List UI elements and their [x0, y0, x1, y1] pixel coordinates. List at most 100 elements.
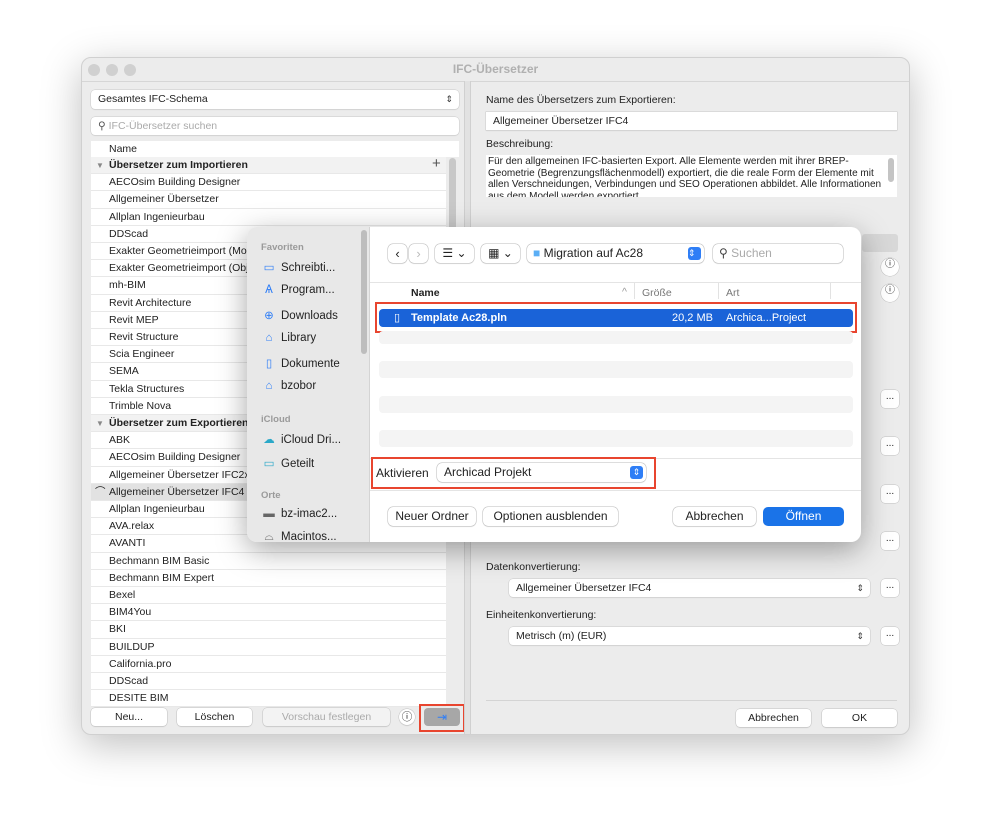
list-item-label: mh-BIM	[109, 279, 146, 292]
list-item-label: Allgemeiner Übersetzer IFC2x3	[109, 468, 256, 481]
dialog-cancel-button[interactable]: Abbrechen	[673, 507, 756, 526]
list-item[interactable]: DESITE BIM	[91, 690, 446, 708]
column-header-name[interactable]: Name	[91, 141, 459, 157]
options-button[interactable]: ...	[881, 485, 899, 503]
cancel-button[interactable]: Abbrechen	[736, 709, 811, 727]
home-icon: ⌂	[265, 380, 273, 392]
disclosure-triangle-icon[interactable]: ▼	[96, 415, 104, 431]
info-icon[interactable]: ⓘ	[399, 709, 415, 725]
list-item[interactable]: Bechmann BIM Basic	[91, 552, 446, 570]
group-header[interactable]: ▼ Übersetzer zum Importieren	[91, 157, 446, 175]
column-size[interactable]: Größe	[642, 287, 672, 299]
schema-select[interactable]: Gesamtes IFC-Schema ⇕	[91, 90, 459, 109]
name-label: Name des Übersetzers zum Exportieren:	[486, 94, 676, 106]
data-conversion-options-button[interactable]: ...	[881, 579, 899, 597]
group-view-button[interactable]: ▦ ⌄	[481, 244, 520, 263]
list-item[interactable]: BUILDUP	[91, 638, 446, 656]
list-item-label: BKI	[109, 623, 126, 636]
options-button[interactable]: ...	[881, 532, 899, 550]
list-item-label: Exakter Geometrieimport (Morph)	[109, 245, 266, 257]
description-textarea[interactable]: Für den allgemeinen IFC-basierten Export…	[486, 155, 897, 197]
list-item-label: Exakter Geometrieimport (Objekt)	[109, 262, 266, 275]
desktop-icon: ▭	[263, 262, 275, 274]
back-button[interactable]: ‹	[388, 244, 407, 263]
preview-button[interactable]: Vorschau festlegen	[263, 708, 390, 726]
updown-chevron-icon: ⇕	[445, 94, 453, 104]
list-item[interactable]: Allgemeiner Übersetzer	[91, 191, 446, 209]
list-item-label: Tekla Structures	[109, 382, 185, 395]
list-item-label: Allgemeiner Übersetzer IFC4	[109, 485, 245, 498]
list-item-label: California.pro	[109, 657, 172, 670]
list-item[interactable]: Allplan Ingenieurbau	[91, 208, 446, 226]
updown-chevron-icon: ⇕	[856, 631, 864, 641]
new-folder-button[interactable]: Neuer Ordner	[388, 507, 476, 526]
sidebar-item-icloud-drive[interactable]: ☁ iCloud Dri...	[261, 432, 341, 446]
window-title: IFC-Übersetzer	[452, 62, 539, 76]
dialog-sidebar: Favoriten ▭ Schreibti... Ѧ Program... ⊕ Dow…	[247, 227, 370, 542]
list-item-label: Revit Architecture	[109, 296, 192, 309]
sidebar-item-library[interactable]: ⌂ Library	[261, 332, 317, 344]
ok-button[interactable]: OK	[822, 709, 897, 727]
applications-icon: Ѧ	[265, 284, 273, 296]
hide-options-button[interactable]: Optionen ausblenden	[483, 507, 618, 526]
sidebar-item-computer[interactable]: ▬ bz-imac2...	[261, 508, 337, 520]
file-type-select[interactable]: Archicad Projekt ⇕	[437, 463, 646, 482]
search-icon: ⚲	[98, 120, 109, 132]
options-button[interactable]: ...	[881, 390, 899, 408]
list-item[interactable]: California.pro	[91, 655, 446, 673]
favorites-header: Favoriten	[261, 242, 304, 253]
list-item-label: Bechmann BIM Basic	[109, 554, 210, 567]
sidebar-item-disk[interactable]: ⌓ Macintos...	[261, 531, 336, 542]
info-icon[interactable]: ⓘ	[881, 258, 899, 276]
column-name[interactable]: Name	[411, 287, 440, 299]
list-item-label: DESITE BIM	[109, 692, 169, 705]
description-label: Beschreibung:	[486, 138, 554, 150]
options-button[interactable]: ...	[881, 437, 899, 455]
list-item-label: Allplan Ingenieurbau	[109, 210, 205, 223]
unit-conversion-options-button[interactable]: ...	[881, 627, 899, 645]
list-item-label: AECOsim Building Designer	[109, 451, 241, 464]
sidebar-item-desktop[interactable]: ▭ Schreibti...	[261, 260, 336, 274]
list-item-label: AECOsim Building Designer	[109, 176, 241, 189]
data-conversion-select[interactable]: Allgemeiner Übersetzer IFC4 ⇕	[509, 579, 870, 597]
forward-button[interactable]: ›	[409, 244, 428, 263]
list-item[interactable]: AECOsim Building Designer	[91, 174, 446, 192]
sidebar-item-home[interactable]: ⌂ bzobor	[261, 380, 317, 392]
add-icon[interactable]: +	[432, 155, 441, 172]
list-view-button[interactable]: ☰ ⌄	[435, 244, 474, 263]
list-item[interactable]: Bexel	[91, 587, 446, 605]
open-button[interactable]: Öffnen	[763, 507, 844, 526]
translator-name-input[interactable]: Allgemeiner Übersetzer IFC4	[486, 112, 897, 130]
location-select[interactable]: ■ Migration auf Ac28 ⇕	[527, 244, 704, 263]
list-item-label: AVA.relax	[109, 520, 155, 533]
list-item[interactable]: Bechmann BIM Expert	[91, 569, 446, 587]
cloud-icon: ☁	[263, 434, 275, 446]
sidebar-item-shared[interactable]: ▭ Geteilt	[261, 456, 315, 470]
new-button[interactable]: Neu...	[91, 708, 167, 726]
sidebar-scrollbar[interactable]	[361, 230, 367, 354]
file-row[interactable]: ▯ Template Ac28.pln 20,2 MB Archica...Pr…	[379, 309, 853, 327]
list-item-label: ABK	[109, 434, 131, 447]
unit-conversion-select[interactable]: Metrisch (m) (EUR) ⇕	[509, 627, 870, 645]
updown-chevron-icon: ⇕	[688, 247, 701, 260]
translator-search-input[interactable]: ⚲ IFC-Übersetzer suchen	[91, 117, 459, 135]
download-icon: ⊕	[264, 310, 274, 322]
sidebar-item-documents[interactable]: ▯ Dokumente	[261, 356, 340, 370]
list-item-label: Übersetzer zum Importieren	[109, 159, 248, 171]
dialog-search-input[interactable]: ⚲ Suchen	[713, 244, 843, 263]
column-kind[interactable]: Art	[726, 287, 739, 299]
list-item[interactable]: DDScad	[91, 673, 446, 691]
open-file-dialog: Favoriten ▭ Schreibti... Ѧ Program... ⊕ Dow…	[247, 227, 861, 542]
delete-button[interactable]: Löschen	[177, 708, 252, 726]
disclosure-triangle-icon[interactable]: ▼	[96, 157, 104, 173]
info-icon[interactable]: ⓘ	[881, 284, 899, 302]
description-scrollbar[interactable]	[888, 158, 894, 182]
sidebar-item-applications[interactable]: Ѧ Program...	[261, 284, 335, 296]
activate-label: Aktivieren	[376, 466, 429, 480]
list-item[interactable]: BIM4You	[91, 604, 446, 622]
sidebar-item-downloads[interactable]: ⊕ Downloads	[261, 308, 338, 322]
computer-icon: ▬	[263, 508, 275, 520]
list-item[interactable]: BKI	[91, 621, 446, 639]
updown-chevron-icon: ⇕	[630, 466, 643, 479]
import-file-button[interactable]: ⇥	[424, 708, 460, 726]
